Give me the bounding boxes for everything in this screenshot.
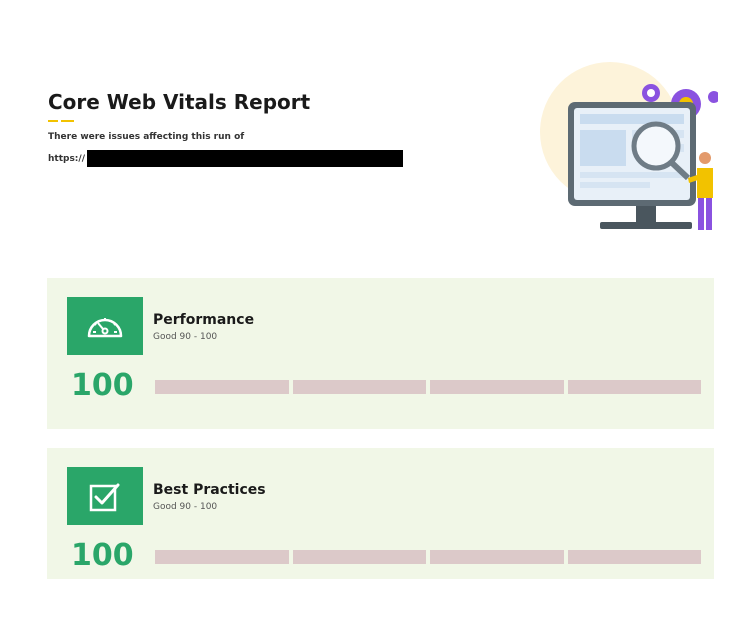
score-value: 100 — [71, 368, 134, 403]
report-subtitle: There were issues affecting this run of — [48, 132, 245, 142]
score-bar — [155, 380, 701, 394]
score-bar-segment — [292, 380, 426, 394]
score-value: 100 — [71, 538, 134, 573]
score-bar-segment — [567, 550, 701, 564]
url-prefix: https:// — [48, 153, 85, 164]
report-title: Core Web Vitals Report — [48, 90, 311, 114]
report-url: https:// — [48, 150, 403, 167]
monitor-analysis-illustration — [540, 62, 718, 230]
score-bar-segment — [292, 550, 426, 564]
score-bar-segment — [430, 550, 564, 564]
score-bar-segment — [155, 550, 289, 564]
card-range: Good 90 - 100 — [153, 332, 218, 342]
redacted-url — [86, 150, 403, 167]
performance-card: Performance Good 90 - 100 100 — [47, 278, 714, 429]
title-underline — [48, 120, 74, 123]
score-bar-segment — [155, 380, 289, 394]
card-title: Performance — [153, 312, 255, 328]
card-title: Best Practices — [153, 482, 266, 498]
score-bar-segment — [430, 380, 564, 394]
best-practices-card: Best Practices Good 90 - 100 100 — [47, 448, 714, 579]
speedometer-icon — [67, 297, 143, 355]
score-bar-segment — [567, 380, 701, 394]
score-bar — [155, 550, 701, 564]
card-range: Good 90 - 100 — [153, 502, 218, 512]
checkbox-check-icon — [67, 467, 143, 525]
